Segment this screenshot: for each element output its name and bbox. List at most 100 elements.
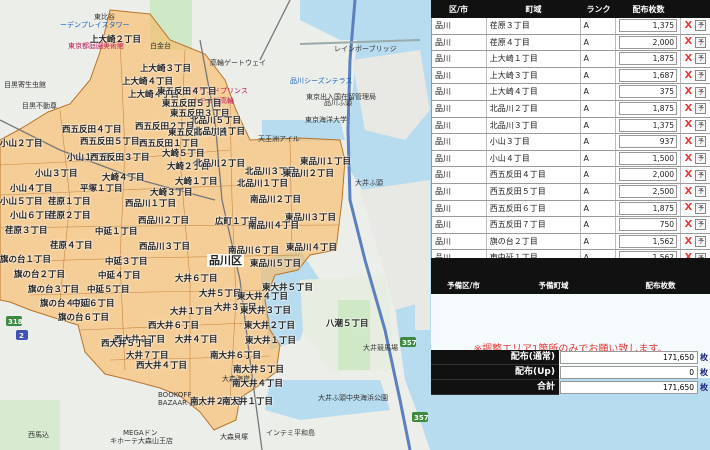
table-row[interactable]: 品川 旗の台２丁目 A 1,562 X 予: [432, 233, 710, 251]
table-row[interactable]: 品川 上大崎１丁目 A 1,875 X 予: [432, 51, 710, 68]
area-label[interactable]: 北品川１丁目: [237, 180, 288, 189]
reserve-button[interactable]: 予: [695, 169, 707, 181]
count-input[interactable]: 1,875: [619, 52, 678, 66]
area-label[interactable]: 中延１丁目: [95, 228, 138, 237]
reserve-button[interactable]: 予: [695, 236, 707, 248]
area-label[interactable]: 東品川５丁目: [250, 260, 301, 269]
count-input[interactable]: 1,375: [619, 19, 678, 32]
area-label[interactable]: 西大井６丁目: [148, 322, 199, 331]
table-row[interactable]: 品川東中延１丁目A1,562X予: [432, 250, 710, 258]
area-label[interactable]: 荏原３丁目: [5, 227, 48, 236]
table-row[interactable]: 品川 荏原４丁目 A 2,000 X 予: [432, 34, 710, 52]
delete-icon[interactable]: X: [685, 87, 693, 97]
reserve-button[interactable]: 予: [695, 20, 707, 32]
count-input[interactable]: 2,000: [619, 168, 678, 182]
table-row[interactable]: 品川 小山３丁目 A 937 X 予: [432, 134, 710, 151]
area-label[interactable]: 小山５丁目: [0, 198, 43, 207]
area-label[interactable]: 南大井５丁目: [233, 366, 284, 375]
reserve-button[interactable]: 予: [695, 202, 707, 214]
area-label[interactable]: 西品川１丁目: [125, 200, 176, 209]
area-label[interactable]: 東大井１丁目: [245, 337, 296, 346]
total-value-field[interactable]: 171,650: [560, 351, 698, 364]
area-label[interactable]: 中延６丁目: [72, 300, 115, 309]
reserve-button[interactable]: 予: [695, 252, 707, 258]
area-label[interactable]: 旗の台３丁目: [28, 286, 79, 295]
area-label[interactable]: 東大井３丁目: [240, 307, 291, 316]
area-label[interactable]: 南大井４丁目: [232, 380, 283, 389]
count-input[interactable]: 2,500: [619, 184, 678, 198]
area-label[interactable]: 大井７丁目: [126, 352, 169, 361]
area-label[interactable]: 中延４丁目: [98, 272, 141, 281]
table-row[interactable]: 品川 北品川２丁目 A 1,875 X 予: [432, 100, 710, 118]
delete-icon[interactable]: X: [685, 203, 693, 213]
area-label[interactable]: 大井４丁目: [175, 336, 218, 345]
delete-icon[interactable]: X: [685, 20, 693, 31]
table-row[interactable]: 品川 上大崎３丁目 A 1,687 X 予: [432, 67, 710, 85]
area-label[interactable]: 西大井５丁目: [101, 340, 152, 349]
total-value-field[interactable]: 0: [560, 366, 698, 379]
area-label[interactable]: 平塚１丁目: [80, 185, 123, 194]
area-label[interactable]: 旗の台６丁目: [58, 314, 109, 323]
reserve-button[interactable]: 予: [695, 53, 707, 65]
delete-icon[interactable]: X: [685, 236, 693, 247]
area-label[interactable]: 東大井２丁目: [244, 322, 295, 331]
area-label[interactable]: 小山６丁目: [10, 212, 53, 221]
area-label[interactable]: 大崎５丁目: [162, 150, 205, 159]
delete-icon[interactable]: X: [685, 37, 693, 47]
area-label[interactable]: 荏原４丁目: [50, 242, 93, 251]
area-label[interactable]: 中延３丁目: [105, 258, 148, 267]
area-label[interactable]: 上大崎４丁目: [122, 78, 173, 87]
area-label[interactable]: 北品川５丁目: [190, 117, 241, 126]
area-label[interactable]: 東品川１丁目: [300, 158, 351, 167]
area-label[interactable]: 八潮５丁目: [326, 320, 369, 329]
area-label[interactable]: 中延５丁目: [87, 286, 130, 295]
reserve-button[interactable]: 予: [695, 36, 707, 48]
area-label[interactable]: 西五反田５丁目: [80, 138, 140, 147]
delete-icon[interactable]: X: [685, 170, 693, 180]
delete-icon[interactable]: X: [685, 103, 693, 114]
area-label[interactable]: 小山２丁目: [0, 140, 43, 149]
reserve-button[interactable]: 予: [695, 153, 707, 165]
total-value-field[interactable]: 171,650: [560, 381, 698, 394]
area-label[interactable]: 西品川３丁目: [139, 243, 190, 252]
count-input[interactable]: 2,000: [619, 35, 678, 49]
area-label[interactable]: 小山４丁目: [10, 185, 53, 194]
area-label[interactable]: 東五反田５丁目: [162, 100, 222, 109]
area-label[interactable]: 東品川４丁目: [286, 244, 337, 253]
area-label[interactable]: 荏原２丁目: [48, 212, 91, 221]
count-input[interactable]: 1,562: [619, 251, 678, 258]
area-label[interactable]: 東品川２丁目: [283, 170, 334, 179]
area-label[interactable]: 旗の台１丁目: [0, 256, 51, 265]
delete-icon[interactable]: X: [685, 70, 693, 81]
delete-icon[interactable]: X: [685, 153, 693, 164]
count-input[interactable]: 1,375: [619, 118, 678, 132]
count-input[interactable]: 1,500: [619, 151, 678, 165]
reserve-button[interactable]: 予: [695, 136, 707, 148]
area-label[interactable]: 小山３丁目: [35, 170, 78, 179]
area-label[interactable]: 大崎３丁目: [150, 189, 193, 198]
table-row[interactable]: 品川 西五反田６丁目 A 1,875 X 予: [432, 200, 710, 218]
count-input[interactable]: 937: [619, 135, 678, 149]
count-input[interactable]: 1,687: [619, 68, 678, 82]
delete-icon[interactable]: X: [685, 136, 693, 147]
table-row[interactable]: 品川 西五反田７丁目 A 750 X 予: [432, 217, 710, 234]
area-label[interactable]: 南大井６丁目: [210, 352, 261, 361]
area-label[interactable]: 東五反田４丁目: [157, 88, 217, 97]
area-label[interactable]: 西五反田１丁目: [139, 140, 199, 149]
table-row[interactable]: 品川 荏原３丁目 A 1,375 X 予: [432, 18, 710, 35]
delete-icon[interactable]: X: [685, 186, 693, 197]
area-label[interactable]: 西五反田４丁目: [62, 126, 122, 135]
table-row[interactable]: 品川 北品川３丁目 A 1,375 X 予: [432, 117, 710, 135]
area-label[interactable]: 荏原１丁目: [48, 198, 91, 207]
area-label[interactable]: 大崎１丁目: [175, 178, 218, 187]
delete-icon[interactable]: X: [685, 253, 693, 258]
reserve-button[interactable]: 予: [695, 86, 707, 98]
area-label[interactable]: 北品川４丁目: [194, 128, 245, 137]
reserve-button[interactable]: 予: [695, 70, 707, 82]
table-row[interactable]: 品川 西五反田４丁目 A 2,000 X 予: [432, 167, 710, 184]
area-label[interactable]: 西品川２丁目: [138, 217, 189, 226]
area-label[interactable]: 西大井４丁目: [136, 362, 187, 371]
area-label[interactable]: 南品川４丁目: [248, 222, 299, 231]
area-label[interactable]: 大井６丁目: [175, 275, 218, 284]
area-label[interactable]: 東大井４丁目: [237, 293, 288, 302]
